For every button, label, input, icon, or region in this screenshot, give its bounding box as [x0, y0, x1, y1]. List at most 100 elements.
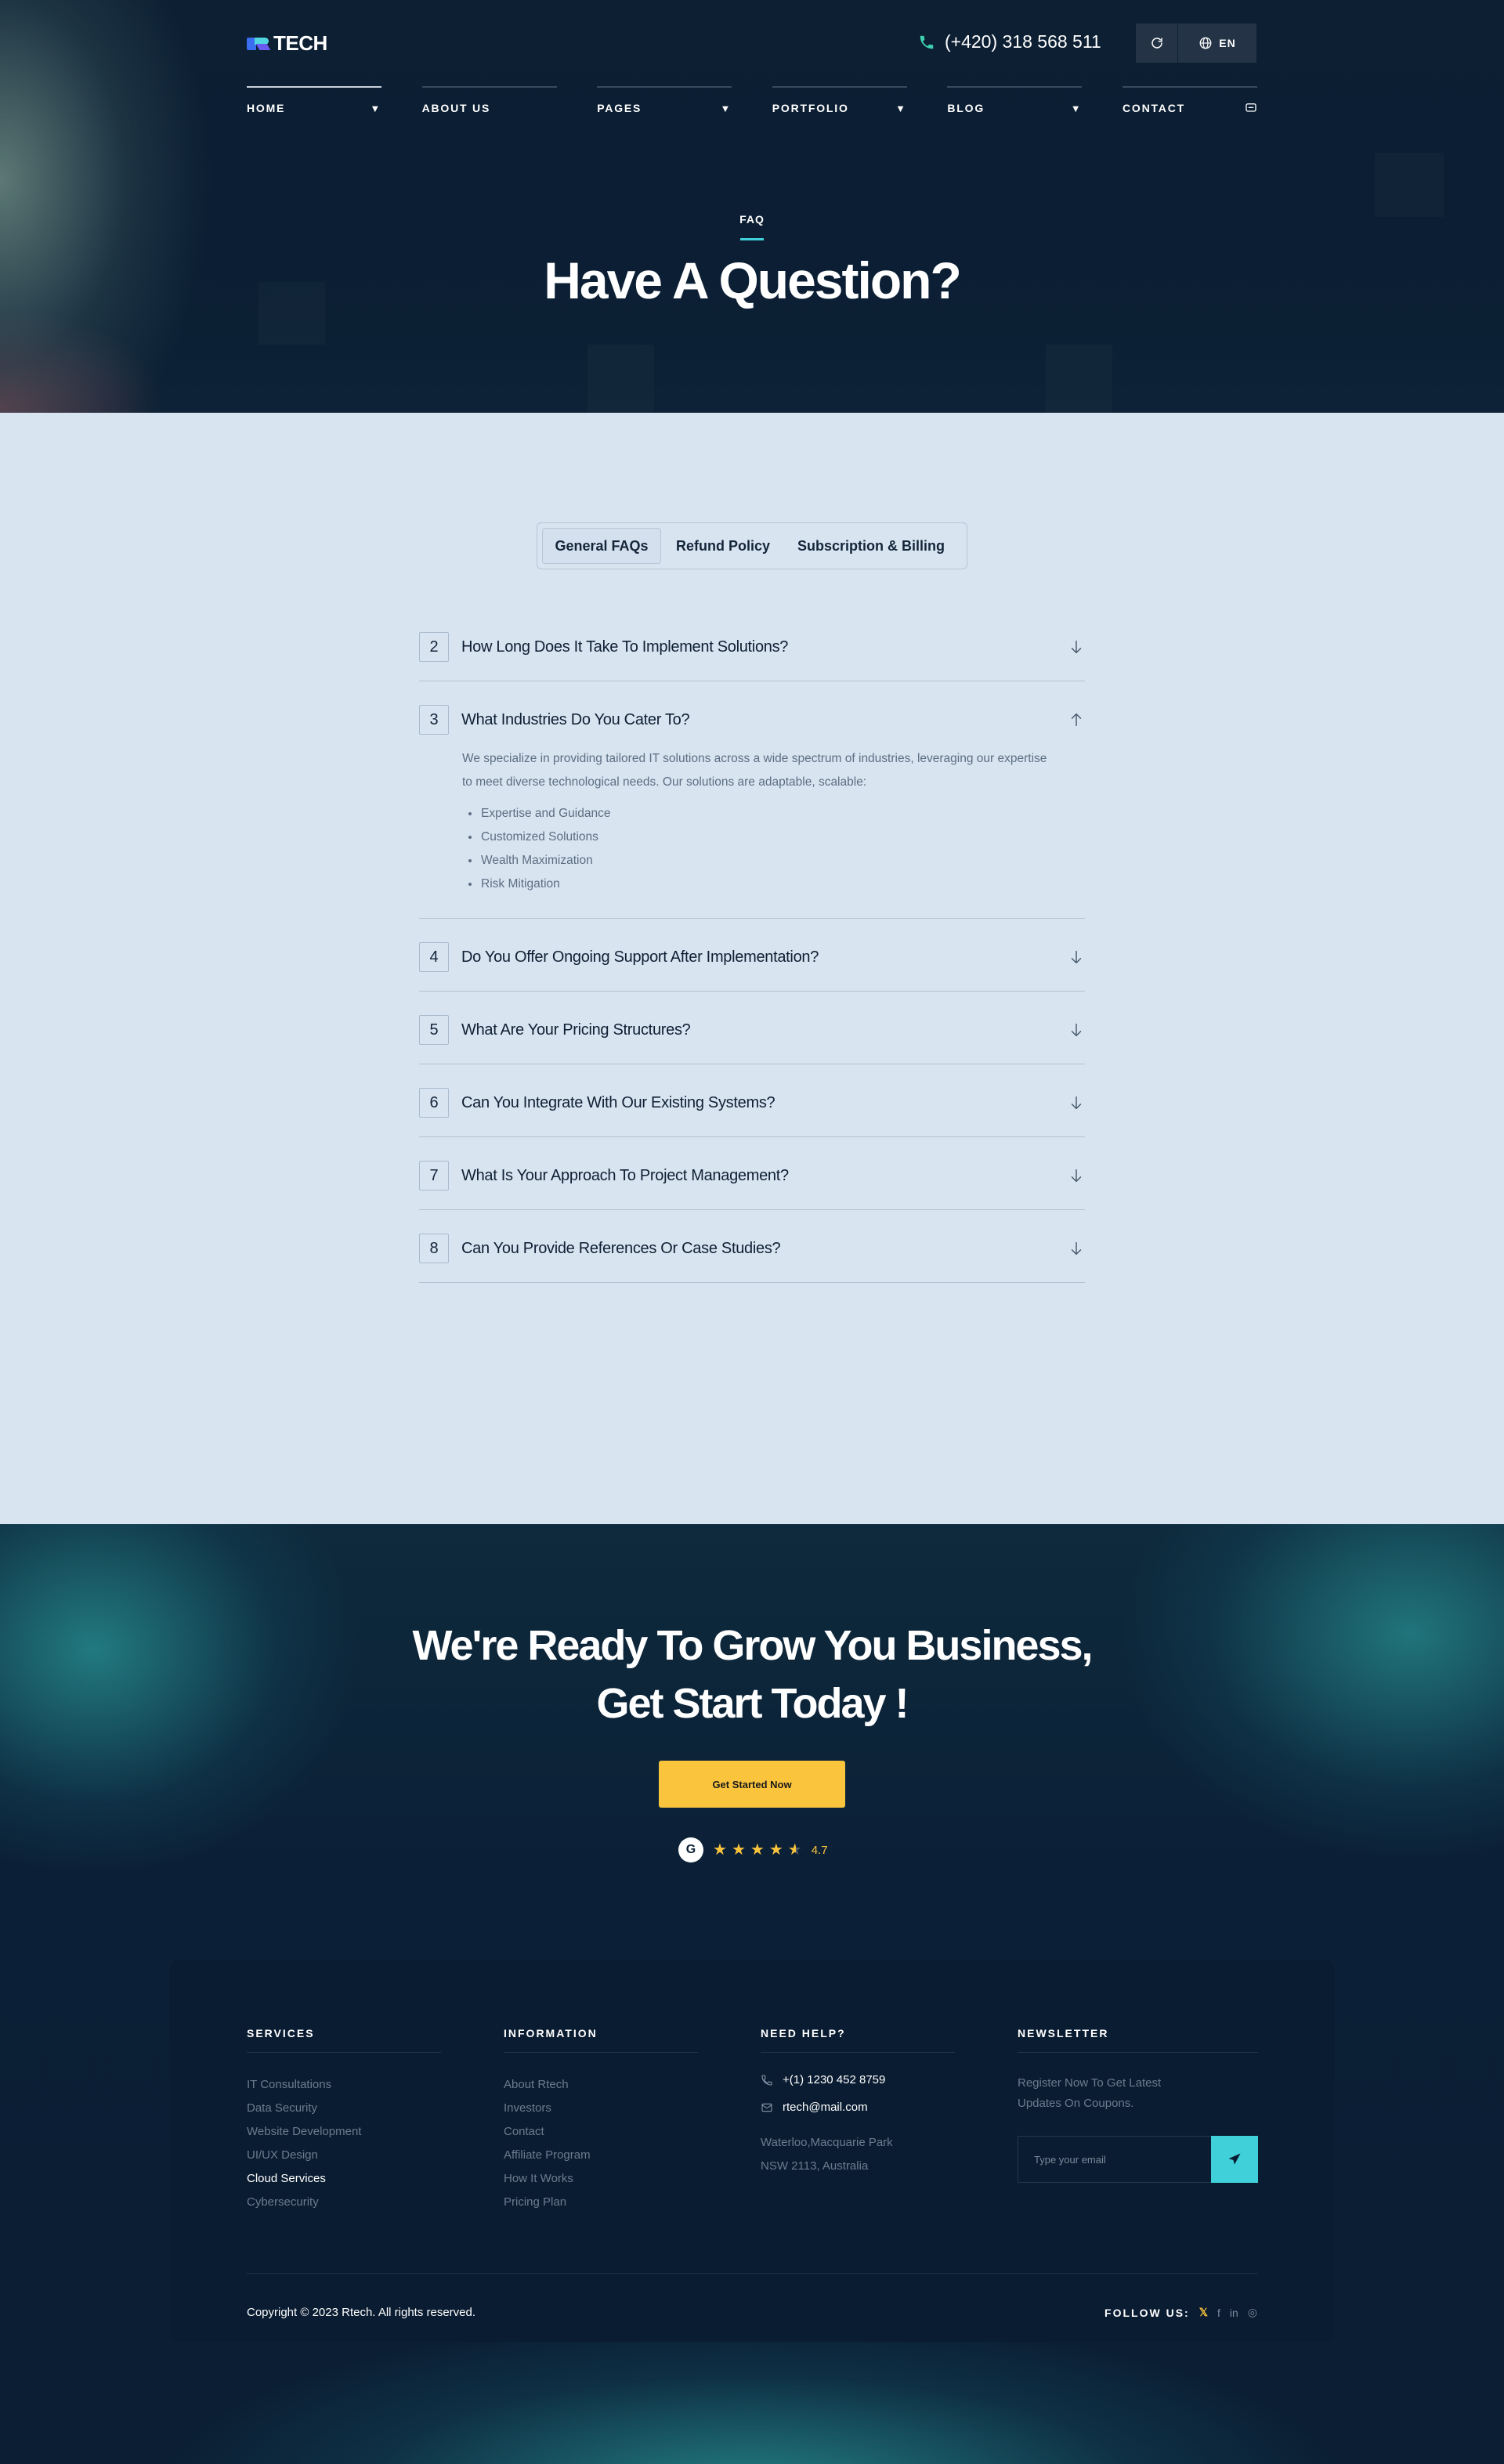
nav-item-portfolio[interactable]: PORTFOLIO ▼ [772, 86, 907, 114]
nav-item-home[interactable]: HOME ▼ [247, 86, 381, 114]
follow-us: FOLLOW US: 𝕏 f in ◎ [1104, 2306, 1257, 2319]
refresh-button[interactable] [1136, 23, 1178, 63]
instagram-icon[interactable]: ◎ [1248, 2306, 1257, 2319]
footer-services: SERVICES IT Consultations Data Security … [247, 2027, 441, 2214]
footer-link[interactable]: Pricing Plan [504, 2191, 698, 2214]
footer-link[interactable]: About Rtech [504, 2073, 698, 2097]
faq-item[interactable]: 8 Can You Provide References Or Case Stu… [419, 1210, 1085, 1283]
footer-heading: NEWSLETTER [1018, 2027, 1258, 2053]
newsletter-text: Register Now To Get Latest Updates On Co… [1018, 2076, 1162, 2110]
nav-item-about-us[interactable]: ABOUT US [421, 86, 557, 114]
faq-question: Do You Offer Ongoing Support After Imple… [461, 948, 819, 966]
footer-link[interactable]: UI/UX Design [247, 2144, 441, 2167]
decor-square [1375, 153, 1444, 217]
tab-subscription-billing[interactable]: Subscription & Billing [785, 528, 957, 564]
hero-eyebrow: FAQ [739, 213, 765, 226]
footer-link[interactable]: Website Development [247, 2120, 441, 2144]
faq-number: 4 [419, 942, 449, 972]
get-started-button[interactable]: Get Started Now [659, 1761, 845, 1808]
faq-question-row[interactable]: 4 Do You Offer Ongoing Support After Imp… [419, 942, 1085, 991]
faq-item-expanded[interactable]: 3 What Industries Do You Cater To? We sp… [419, 681, 1085, 919]
phone-icon [761, 2074, 772, 2086]
faq-number: 2 [419, 632, 449, 662]
phone-number: (+420) 318 568 511 [945, 31, 1101, 52]
mail-icon [761, 2103, 772, 2112]
footer-need-help: NEED HELP? +(1) 1230 452 8759 rtech@mail… [761, 2027, 955, 2178]
footer-link[interactable]: Contact [504, 2120, 698, 2144]
star-icon: ★ [713, 1841, 727, 1859]
rating-value: 4.7 [811, 1843, 828, 1857]
faq-question-row[interactable]: 6 Can You Integrate With Our Existing Sy… [419, 1088, 1085, 1136]
footer-link[interactable]: Affiliate Program [504, 2144, 698, 2167]
language-selector[interactable]: EN [1178, 23, 1256, 63]
faq-item[interactable]: 5 What Are Your Pricing Structures? [419, 992, 1085, 1064]
g2-badge-icon: G [678, 1837, 703, 1862]
faq-item[interactable]: 4 Do You Offer Ongoing Support After Imp… [419, 919, 1085, 992]
newsletter-send-button[interactable] [1211, 2136, 1258, 2183]
copyright: Copyright © 2023 Rtech. All rights reser… [247, 2306, 476, 2319]
footer-divider [247, 2273, 1257, 2274]
star-icon: ★ [731, 1841, 746, 1859]
nav-label: PAGES [597, 102, 642, 114]
faq-question-row[interactable]: 7 What Is Your Approach To Project Manag… [419, 1161, 1085, 1209]
faq-question: What Are Your Pricing Structures? [461, 1021, 691, 1039]
faq-question-row[interactable]: 5 What Are Your Pricing Structures? [419, 1015, 1085, 1064]
faq-question: Can You Integrate With Our Existing Syst… [461, 1094, 776, 1111]
faq-item[interactable]: 6 Can You Integrate With Our Existing Sy… [419, 1064, 1085, 1137]
main-nav: HOME ▼ ABOUT US PAGES ▼ PORTFOLIO ▼ BLOG ▼ C… [247, 86, 1257, 114]
cta-footer-section: We're Ready To Grow You Business, Get St… [0, 1524, 1504, 2464]
footer: SERVICES IT Consultations Data Security … [169, 1960, 1335, 2342]
nav-label: CONTACT [1122, 102, 1185, 114]
arrow-down-icon [1071, 1169, 1082, 1183]
arrow-down-icon [1071, 1096, 1082, 1110]
footer-link[interactable]: IT Consultations [247, 2073, 441, 2097]
caret-down-icon: ▼ [1070, 102, 1083, 114]
tab-general-faqs[interactable]: General FAQs [542, 528, 661, 564]
footer-email[interactable]: rtech@mail.com [761, 2101, 955, 2114]
list-item: Risk Mitigation [462, 873, 1085, 896]
faq-item[interactable]: 7 What Is Your Approach To Project Manag… [419, 1137, 1085, 1210]
footer-link[interactable]: Cybersecurity [247, 2191, 441, 2214]
logo[interactable]: TECH [247, 31, 327, 56]
caret-down-icon: ▼ [895, 102, 907, 114]
faq-tabs: General FAQs Refund Policy Subscription … [537, 522, 967, 569]
cta-title-line: Get Start Today ! [596, 1680, 909, 1727]
list-item: Wealth Maximization [462, 849, 1085, 873]
footer-link[interactable]: Data Security [247, 2097, 441, 2120]
faq-question-row[interactable]: 2 How Long Does It Take To Implement Sol… [419, 632, 1085, 681]
facebook-icon[interactable]: f [1217, 2307, 1220, 2319]
footer-link[interactable]: Cloud Services [247, 2167, 441, 2191]
arrow-down-icon [1071, 950, 1082, 964]
footer-link[interactable]: Investors [504, 2097, 698, 2120]
cta-title: We're Ready To Grow You Business, Get St… [0, 1617, 1504, 1732]
faq-question: What Is Your Approach To Project Managem… [461, 1167, 789, 1184]
footer-phone[interactable]: +(1) 1230 452 8759 [761, 2073, 955, 2086]
faq-number: 6 [419, 1088, 449, 1118]
nav-label: BLOG [947, 102, 985, 114]
x-icon[interactable]: 𝕏 [1199, 2306, 1208, 2319]
faq-question-row[interactable]: 8 Can You Provide References Or Case Stu… [419, 1234, 1085, 1282]
faq-number: 3 [419, 705, 449, 735]
linkedin-icon[interactable]: in [1230, 2307, 1238, 2319]
faq-answer-panel: We specialize in providing tailored IT s… [419, 735, 1085, 918]
tab-refund-policy[interactable]: Refund Policy [661, 528, 785, 564]
nav-item-contact[interactable]: CONTACT [1122, 86, 1257, 114]
nav-item-blog[interactable]: BLOG ▼ [947, 86, 1083, 114]
footer-information: INFORMATION About Rtech Investors Contac… [504, 2027, 698, 2214]
nav-label: PORTFOLIO [772, 102, 849, 114]
globe-icon [1199, 37, 1212, 49]
footer-heading: SERVICES [247, 2027, 441, 2053]
arrow-down-icon [1071, 640, 1082, 654]
footer-link[interactable]: How It Works [504, 2167, 698, 2191]
nav-label: ABOUT US [421, 102, 491, 114]
decor-square [588, 345, 654, 413]
newsletter-email-input[interactable] [1018, 2136, 1211, 2183]
newsletter-form [1018, 2136, 1258, 2183]
footer-address: Waterloo,Macquarie Park NSW 2113, Austra… [761, 2131, 955, 2178]
nav-item-pages[interactable]: PAGES ▼ [597, 86, 732, 114]
faq-item[interactable]: 2 How Long Does It Take To Implement Sol… [419, 609, 1085, 681]
header-phone[interactable]: (+420) 318 568 511 [918, 31, 1101, 52]
faq-section: General FAQs Refund Policy Subscription … [0, 413, 1504, 1525]
faq-question-row[interactable]: 3 What Industries Do You Cater To? [419, 705, 1085, 735]
faq-question: How Long Does It Take To Implement Solut… [461, 638, 789, 656]
